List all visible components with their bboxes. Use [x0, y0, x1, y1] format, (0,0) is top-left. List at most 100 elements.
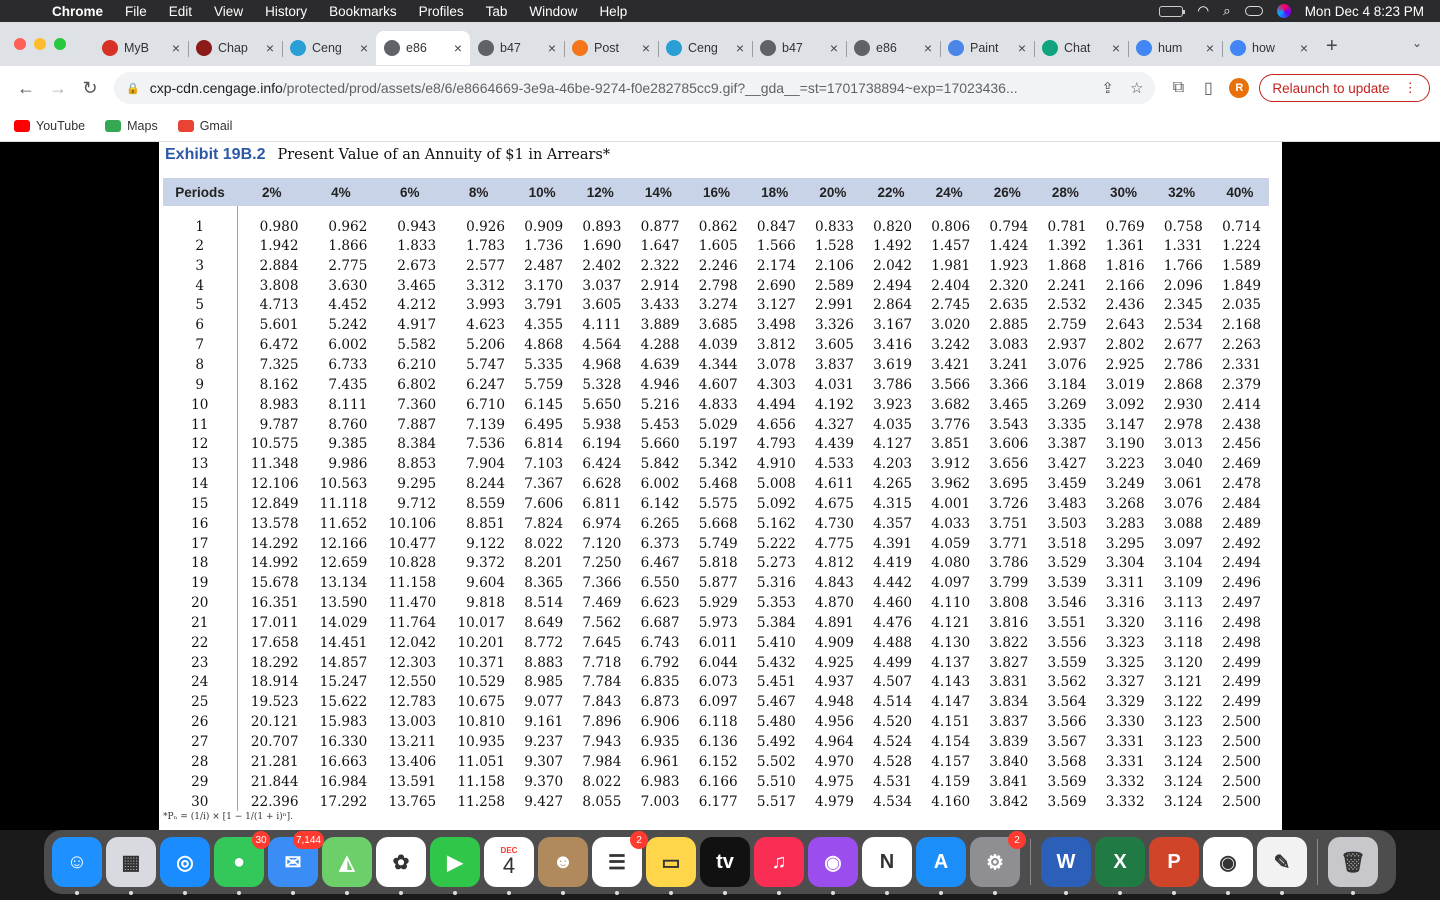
menu-app-name[interactable]: Chrome — [40, 4, 114, 19]
pv-factor-cell: 4.524 — [873, 734, 913, 751]
browser-tab[interactable]: hum × — [1128, 31, 1222, 65]
trash-icon[interactable]: 🗑 — [1328, 837, 1378, 895]
browser-tab[interactable]: Chat × — [1034, 31, 1128, 65]
browser-tab[interactable]: Paint × — [940, 31, 1034, 65]
contacts-icon[interactable]: ☻ — [538, 837, 588, 895]
tab-label: b47 — [500, 41, 521, 55]
browser-tab[interactable]: Chap × — [188, 31, 282, 65]
music-icon[interactable]: ♫ — [754, 837, 804, 895]
menu-history[interactable]: History — [254, 4, 318, 19]
textedit-icon[interactable]: ✎ — [1257, 837, 1307, 895]
bookmark-gmail[interactable]: Gmail — [177, 119, 232, 133]
tab-close-icon[interactable]: × — [1300, 40, 1308, 56]
menu-bookmarks[interactable]: Bookmarks — [318, 4, 408, 19]
minimize-window-button[interactable] — [34, 38, 46, 50]
powerpoint-icon[interactable]: P — [1149, 837, 1199, 895]
tab-close-icon[interactable]: × — [736, 40, 744, 56]
menu-profiles[interactable]: Profiles — [408, 4, 475, 19]
menu-file[interactable]: File — [114, 4, 158, 19]
browser-tab[interactable]: b47 × — [470, 31, 564, 65]
more-menu-icon[interactable]: ⋮ — [1404, 80, 1418, 96]
calendar-icon[interactable]: DEC 4 — [484, 837, 534, 895]
tab-close-icon[interactable]: × — [548, 40, 556, 56]
podcasts-icon[interactable]: ◉ — [808, 837, 858, 895]
maps-icon — [105, 119, 122, 132]
reminders-icon[interactable]: ☰ 2 — [592, 831, 648, 895]
menu-tab[interactable]: Tab — [475, 4, 519, 19]
pv-factor-cell: 7.366 — [582, 575, 622, 592]
pv-factor-cell: 3.113 — [1163, 595, 1203, 612]
menu-window[interactable]: Window — [518, 4, 588, 19]
safari-icon[interactable]: ◎ — [160, 837, 210, 895]
notes-icon[interactable]: ▭ — [646, 837, 696, 895]
bookmark-youtube[interactable]: YouTube — [14, 119, 85, 133]
system-settings-icon[interactable]: ⚙ 2 — [970, 831, 1026, 895]
menu-view[interactable]: View — [203, 4, 254, 19]
side-panel-icon[interactable]: ▯ — [1193, 78, 1223, 98]
share-icon[interactable]: ⇪ — [1101, 79, 1114, 97]
battery-icon[interactable] — [1159, 5, 1186, 17]
mail-icon[interactable]: ✉ 7,144 — [268, 831, 324, 895]
spotlight-search-icon[interactable]: ⌕ — [1223, 3, 1231, 19]
wifi-icon[interactable]: ◠ — [1197, 3, 1209, 19]
browser-tab[interactable]: how × — [1222, 31, 1316, 65]
bookmark-maps[interactable]: Maps — [105, 119, 158, 133]
back-button[interactable]: ← — [10, 78, 42, 99]
launchpad-icon[interactable]: ▦ — [106, 837, 156, 895]
bookmark-star-icon[interactable]: ☆ — [1130, 79, 1143, 97]
word-icon[interactable]: W — [1041, 837, 1091, 895]
zoom-window-button[interactable] — [54, 38, 66, 50]
tab-close-icon[interactable]: × — [454, 40, 462, 56]
table-row: 8 7.325 6.733 6.210 5.747 5.335 4.968 4.639 4.34… — [163, 355, 1269, 375]
menu-help[interactable]: Help — [588, 4, 638, 19]
browser-tab[interactable]: Post × — [564, 31, 658, 65]
tab-close-icon[interactable]: × — [172, 40, 180, 56]
control-center-icon[interactable] — [1244, 6, 1263, 16]
address-bar[interactable]: 🔒 cxp-cdn.cengage.info /protected/prod/a… — [114, 72, 1156, 104]
messages-icon[interactable]: ● 30 — [214, 831, 270, 895]
pv-factor-cell: 3.223 — [1105, 456, 1145, 473]
pv-factor-cell: 8.851 — [466, 515, 506, 532]
finder-icon[interactable]: ☺ — [52, 837, 102, 895]
profile-avatar[interactable]: R — [1229, 78, 1250, 98]
pv-factor-cell: 1.783 — [466, 237, 506, 254]
siri-icon[interactable] — [1276, 4, 1291, 18]
new-tab-button[interactable]: + — [1326, 35, 1338, 58]
app-store-icon[interactable]: A — [916, 837, 966, 895]
relaunch-to-update-button[interactable]: Relaunch to update ⋮ — [1259, 74, 1430, 102]
browser-tab[interactable]: b47 × — [752, 31, 846, 65]
tab-close-icon[interactable]: × — [360, 40, 368, 56]
browser-tab[interactable]: e86 × — [846, 31, 940, 65]
browser-tab[interactable]: MyB × — [94, 31, 188, 65]
pv-factor-cell: 3.083 — [989, 337, 1029, 354]
tab-search-chevron-icon[interactable]: ⌄ — [1412, 36, 1422, 50]
menu-edit[interactable]: Edit — [158, 4, 203, 19]
apple-tv-icon[interactable]: tv — [700, 837, 750, 895]
forward-button[interactable]: → — [42, 78, 74, 99]
tab-close-icon[interactable]: × — [1112, 40, 1120, 56]
tab-close-icon[interactable]: × — [924, 40, 932, 56]
pv-factor-cell: 2.786 — [1163, 356, 1203, 373]
pv-factor-cell: 3.147 — [1105, 416, 1145, 433]
tab-close-icon[interactable]: × — [266, 40, 274, 56]
menubar-clock[interactable]: Mon Dec 4 8:23 PM — [1305, 4, 1424, 19]
extension-icon[interactable]: ⧉ — [1163, 79, 1193, 97]
pv-factor-cell: 3.118 — [1163, 634, 1203, 651]
period-cell: 9 — [163, 374, 238, 395]
browser-tab[interactable]: e86 × — [376, 31, 470, 65]
excel-icon[interactable]: X — [1095, 837, 1145, 895]
tab-close-icon[interactable]: × — [830, 40, 838, 56]
tab-close-icon[interactable]: × — [1018, 40, 1026, 56]
reload-button[interactable]: ↻ — [74, 78, 106, 99]
tab-close-icon[interactable]: × — [1206, 40, 1214, 56]
browser-tab[interactable]: Ceng × — [282, 31, 376, 65]
facetime-icon[interactable]: ▶ — [430, 837, 480, 895]
chrome-icon[interactable]: ◉ — [1203, 837, 1253, 895]
maps-icon[interactable]: ◭ — [322, 837, 372, 895]
close-window-button[interactable] — [14, 38, 26, 50]
lock-icon[interactable]: 🔒 — [126, 82, 140, 95]
photos-icon[interactable]: ✿ — [376, 837, 426, 895]
browser-tab[interactable]: Ceng × — [658, 31, 752, 65]
news-icon[interactable]: N — [862, 837, 912, 895]
tab-close-icon[interactable]: × — [642, 40, 650, 56]
